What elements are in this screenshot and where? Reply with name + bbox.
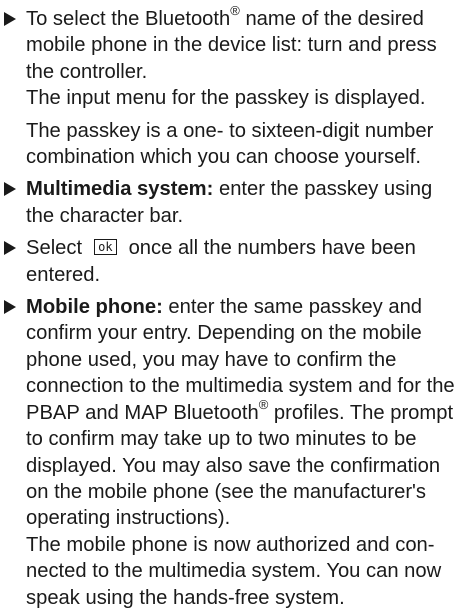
instruction-page: To select the Bluetooth® name of the des… — [0, 0, 464, 609]
step-multimedia-system: Multimedia system: enter the passkey usi… — [0, 176, 458, 229]
step-mobile-phone-result: The mobile phone is now authorized and c… — [26, 533, 442, 609]
ok-button-symbol: ok — [94, 239, 117, 256]
bullet-arrow-icon — [4, 12, 16, 26]
registered-mark: ® — [258, 396, 269, 412]
registered-mark: ® — [230, 3, 240, 19]
step-select-ok-before: Select — [26, 237, 83, 260]
note-passkey-info: The passkey is a one- to sixteen-digit n… — [26, 119, 434, 169]
step-multimedia-system-label: Multimedia system: — [26, 178, 214, 201]
step-select-ok-after: once all the numbers have been entered. — [26, 237, 416, 286]
bullet-arrow-icon — [4, 241, 16, 256]
bullet-arrow-icon — [4, 300, 16, 315]
step-select-phone-text-a: To select the Bluetooth — [26, 8, 231, 30]
step-mobile-phone-label: Mobile phone: — [26, 296, 163, 319]
step-mobile-phone: Mobile phone: enter the same passkey and… — [0, 294, 458, 611]
note-input-menu: The input menu for the passkey is displa… — [26, 87, 426, 110]
bullet-arrow-icon — [4, 182, 16, 197]
step-select-phone: To select the Bluetooth® name of the des… — [0, 3, 458, 85]
step-select-ok: Select ok once all the numbers have been e… — [0, 235, 458, 288]
